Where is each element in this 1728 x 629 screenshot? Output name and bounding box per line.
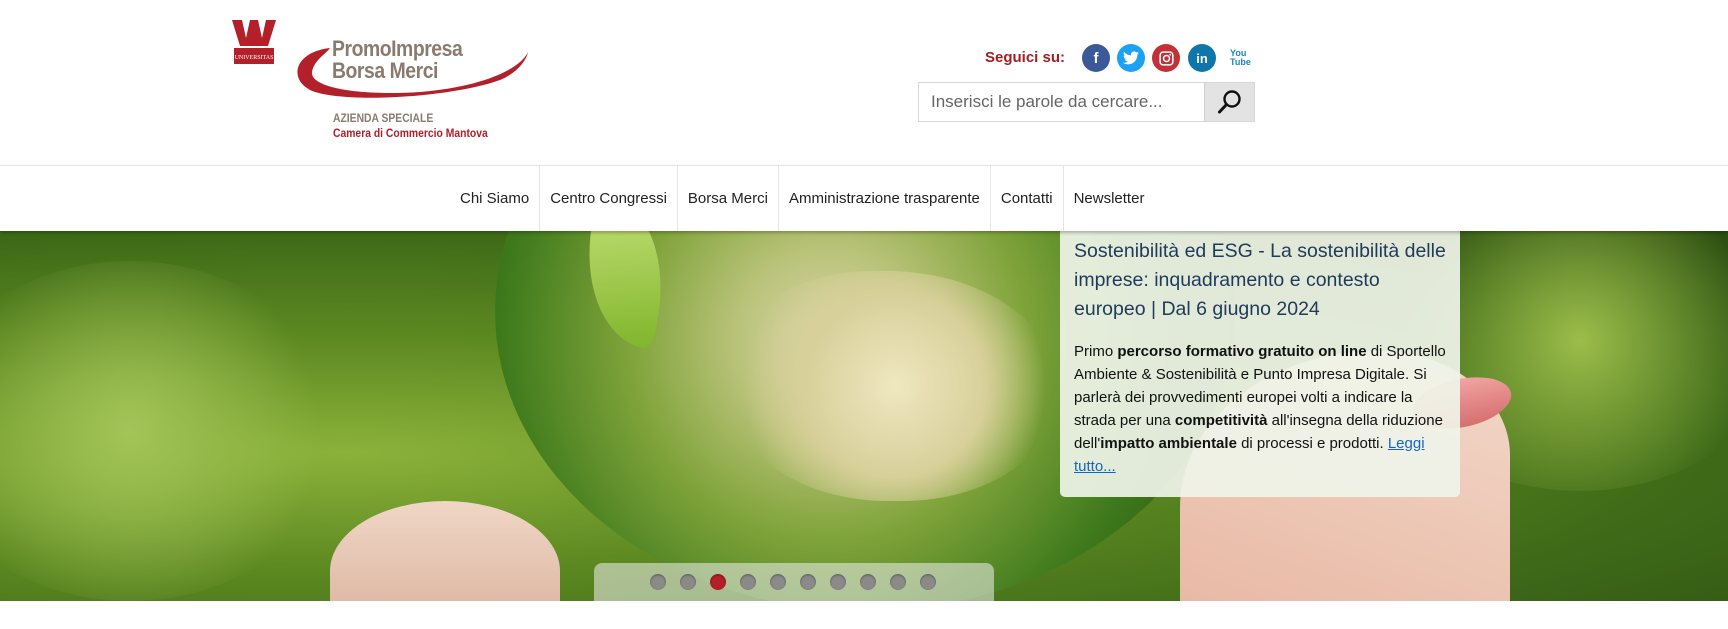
slide-bold-text: competitività	[1174, 412, 1268, 429]
logo-name-line2: Borsa Merci	[332, 58, 438, 83]
nav-item-centro-congressi[interactable]: Centro Congressi	[540, 166, 678, 231]
nav-item-amministrazione-trasparente[interactable]: Amministrazione trasparente	[779, 166, 991, 231]
slide-bold-text: impatto ambientale	[1100, 435, 1237, 452]
site-header: UNIVERSITAS PromoImpresa Borsa Merci AZI…	[0, 0, 1728, 165]
site-logo[interactable]: UNIVERSITAS PromoImpresa Borsa Merci AZI…	[228, 16, 538, 146]
carousel-dot[interactable]	[740, 574, 756, 590]
youtube-icon[interactable]: You Tube	[1230, 49, 1251, 67]
background-bokeh	[0, 261, 340, 601]
linkedin-icon[interactable]: in	[1188, 44, 1216, 72]
nav-item-chi-siamo[interactable]: Chi Siamo	[450, 166, 541, 231]
carousel-dot[interactable]	[650, 574, 666, 590]
facebook-icon[interactable]: f	[1082, 44, 1110, 72]
nav-item-contatti[interactable]: Contatti	[991, 166, 1064, 231]
slide-title[interactable]: Sostenibilità ed ESG - La sostenibilità …	[1074, 237, 1446, 324]
twitter-icon[interactable]	[1117, 44, 1145, 72]
carousel-dot[interactable]	[830, 574, 846, 590]
carousel-dot[interactable]	[800, 574, 816, 590]
carousel-dot[interactable]	[890, 574, 906, 590]
logo-subtitle-line1: AZIENDA SPECIALE	[333, 113, 434, 125]
search-input[interactable]	[919, 83, 1204, 121]
carousel-dots	[650, 574, 936, 590]
crest-icon: UNIVERSITAS	[228, 16, 280, 68]
nav-item-newsletter[interactable]: Newsletter	[1064, 166, 1155, 231]
carousel-pagination	[594, 563, 994, 601]
instagram-icon[interactable]	[1152, 44, 1180, 72]
carousel-dot[interactable]	[680, 574, 696, 590]
carousel-dot[interactable]	[710, 574, 726, 590]
search-form	[918, 82, 1255, 122]
slide-text: di processi e prodotti.	[1236, 435, 1388, 452]
search-icon	[1217, 90, 1241, 114]
search-button[interactable]	[1204, 83, 1254, 121]
hero-slider: Sostenibilità ed ESG - La sostenibilità …	[0, 231, 1728, 601]
carousel-dot[interactable]	[770, 574, 786, 590]
logo-subtitle-line2: Camera di Commercio Mantova	[333, 128, 488, 140]
social-label: Seguici su:	[985, 49, 1066, 66]
slide-caption: Sostenibilità ed ESG - La sostenibilità …	[1060, 231, 1460, 497]
hero-hand	[330, 501, 560, 601]
crest-text: UNIVERSITAS	[235, 55, 274, 61]
carousel-dot[interactable]	[860, 574, 876, 590]
slide-text: Primo	[1074, 343, 1118, 360]
slide-description: Primo percorso formativo gratuito on lin…	[1074, 340, 1446, 478]
slide-bold-text: percorso formativo gratuito on line	[1117, 343, 1367, 360]
nav-menu: Chi Siamo Centro Congressi Borsa Merci A…	[450, 166, 1154, 231]
carousel-dot[interactable]	[920, 574, 936, 590]
nav-item-borsa-merci[interactable]: Borsa Merci	[678, 166, 779, 231]
main-nav: Chi Siamo Centro Congressi Borsa Merci A…	[0, 165, 1728, 231]
